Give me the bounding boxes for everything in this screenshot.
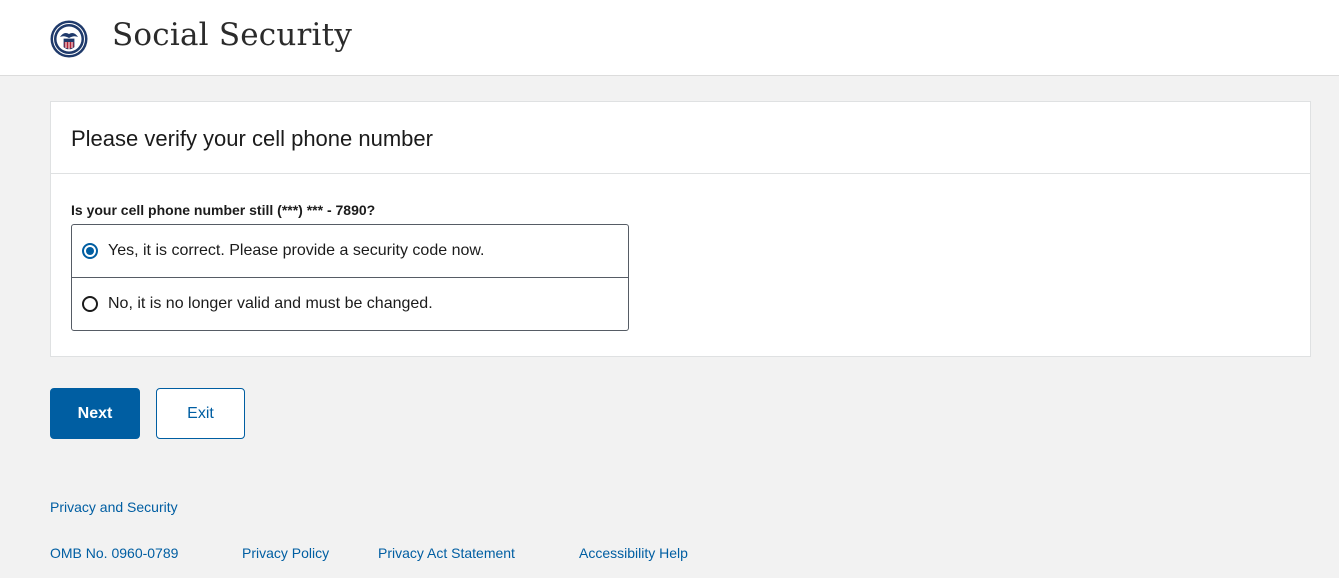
- privacy-policy-link[interactable]: Privacy Policy: [242, 545, 329, 561]
- ssa-seal-icon[interactable]: [50, 20, 88, 58]
- site-title: Social Security: [112, 17, 353, 53]
- option-yes-label: Yes, it is correct. Please provide a sec…: [108, 242, 485, 259]
- option-no-changed[interactable]: No, it is no longer valid and must be ch…: [72, 277, 628, 329]
- privacy-act-statement-link[interactable]: Privacy Act Statement: [378, 545, 515, 561]
- privacy-and-security-link[interactable]: Privacy and Security: [50, 499, 178, 515]
- verify-phone-card: Please verify your cell phone number Is …: [50, 101, 1311, 357]
- omb-number-link[interactable]: OMB No. 0960-0789: [50, 545, 178, 561]
- accessibility-help-link[interactable]: Accessibility Help: [579, 545, 688, 561]
- next-button[interactable]: Next: [50, 388, 140, 439]
- option-no-label: No, it is no longer valid and must be ch…: [108, 295, 433, 312]
- phone-verification-options: Yes, it is correct. Please provide a sec…: [71, 224, 629, 331]
- exit-button[interactable]: Exit: [156, 388, 245, 439]
- option-yes-correct[interactable]: Yes, it is correct. Please provide a sec…: [72, 225, 628, 277]
- card-header: Please verify your cell phone number: [51, 102, 1310, 174]
- radio-unselected-icon[interactable]: [82, 296, 98, 312]
- radio-selected-icon[interactable]: [82, 243, 98, 259]
- phone-question: Is your cell phone number still (***) **…: [71, 202, 376, 218]
- page-title: Please verify your cell phone number: [71, 126, 433, 151]
- site-header: Social Security: [0, 0, 1339, 76]
